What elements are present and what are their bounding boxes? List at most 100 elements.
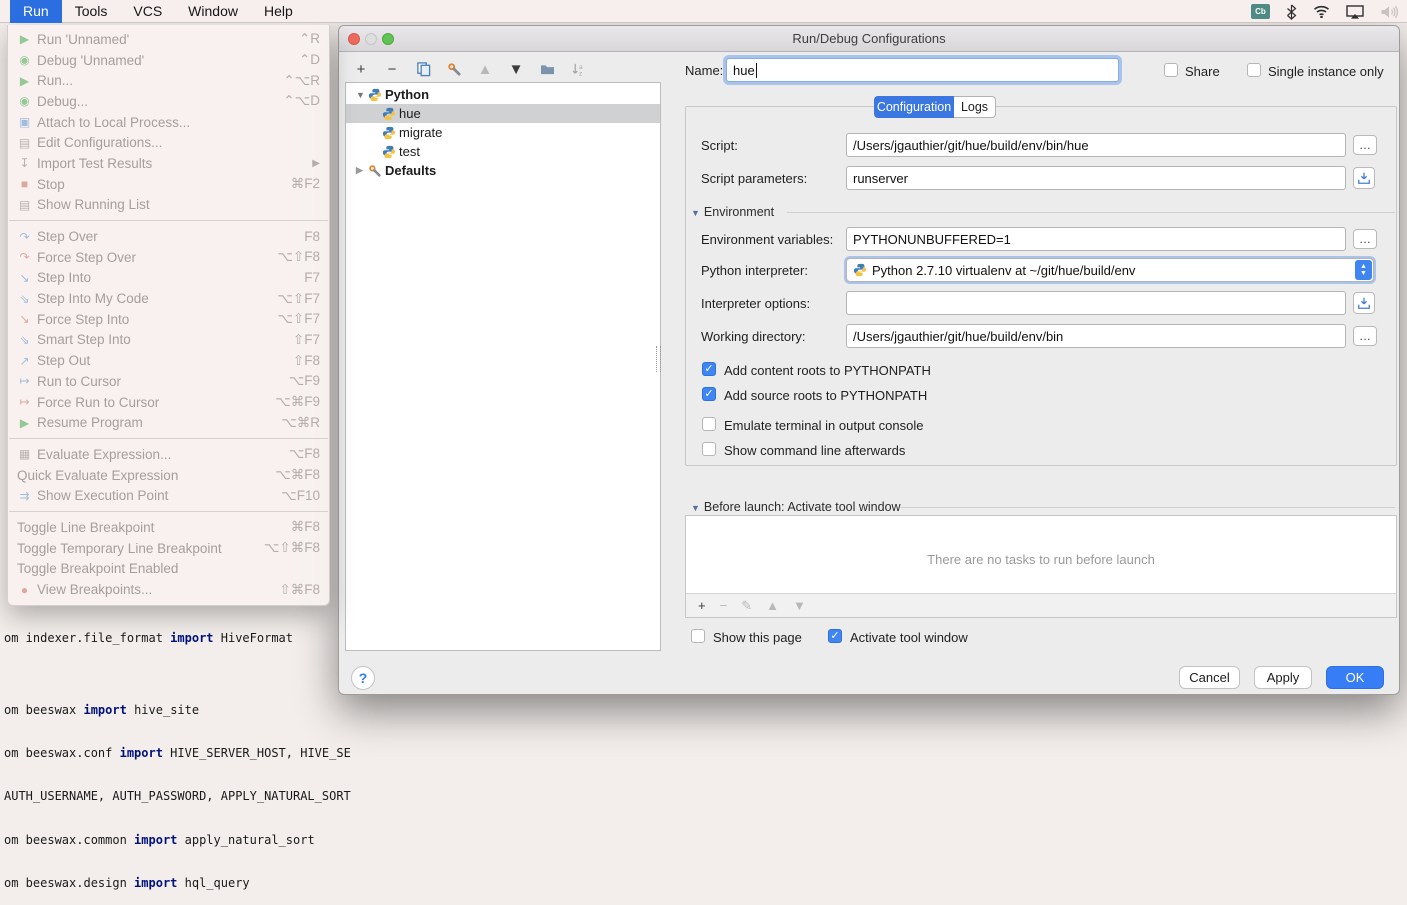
menu-item-view-breakpoints[interactable]: ●View Breakpoints...⇧⌘F8 [8, 579, 329, 600]
add-source-roots-checkbox[interactable]: ✓ [702, 387, 716, 401]
tree-item-test[interactable]: ▶ test [346, 142, 660, 161]
menu-item-step-over[interactable]: ↷Step OverF8 [8, 226, 329, 247]
chevron-right-icon[interactable]: ▶ [356, 165, 368, 176]
dropdown-stepper-icon[interactable]: ▲▼ [1355, 260, 1372, 280]
script-parameters-input[interactable]: runserver [846, 166, 1346, 190]
tab-logs[interactable]: Logs [954, 96, 996, 118]
python-interpreter-label: Python interpreter: [701, 263, 808, 278]
edit-defaults-wrench-icon[interactable] [444, 59, 464, 79]
apply-button[interactable]: Apply [1254, 666, 1312, 689]
menubar-item-window[interactable]: Window [175, 0, 251, 23]
cb-status-icon[interactable]: Cb [1251, 4, 1270, 19]
menu-item-force-step-into[interactable]: ↘Force Step Into⌥⇧F7 [8, 309, 329, 330]
emulate-terminal-checkbox[interactable] [702, 417, 716, 431]
menu-item-show-execution-point[interactable]: ⇉Show Execution Point⌥F10 [8, 485, 329, 506]
show-this-page-checkbox[interactable] [691, 629, 705, 643]
menubar-item-run[interactable]: Run [10, 0, 62, 23]
menu-item-step-into-my-code[interactable]: ⇘Step Into My Code⌥⇧F7 [8, 288, 329, 309]
menu-item-show-running-list[interactable]: ▤Show Running List [8, 195, 329, 216]
menubar-item-help[interactable]: Help [251, 0, 306, 23]
single-instance-label[interactable]: Single instance only [1268, 64, 1384, 79]
tree-item-python[interactable]: ▼ Python [346, 85, 660, 104]
volume-icon[interactable] [1380, 5, 1399, 19]
emulate-terminal-label[interactable]: Emulate terminal in output console [724, 418, 923, 433]
menu-item-quick-evaluate-expression[interactable]: Quick Evaluate Expression⌥⌘F8 [8, 465, 329, 486]
panel-splitter-handle[interactable] [656, 346, 661, 372]
working-directory-browse-button[interactable]: … [1353, 326, 1377, 346]
tree-item-label: Python [385, 87, 429, 102]
menu-item-import-test-results[interactable]: ↧Import Test Results▶ [8, 153, 329, 174]
script-input[interactable]: /Users/jgauthier/git/hue/build/env/bin/h… [846, 133, 1346, 157]
menu-item-run[interactable]: ▶Run...⌃⌥R [8, 70, 329, 91]
menu-item-edit-configurations[interactable]: ▤Edit Configurations... [8, 132, 329, 153]
script-browse-button[interactable]: … [1353, 135, 1377, 155]
move-up-icon: ▲ [475, 59, 495, 79]
menu-item-step-into[interactable]: ↘Step IntoF7 [8, 268, 329, 289]
menu-item-step-out[interactable]: ↗Step Out⇧F8 [8, 350, 329, 371]
menu-item-attach-to-local-process[interactable]: ▣Attach to Local Process... [8, 112, 329, 133]
dialog-titlebar[interactable]: Run/Debug Configurations [339, 26, 1399, 52]
menu-item-smart-step-into[interactable]: ⇘Smart Step Into⇧F7 [8, 330, 329, 351]
activate-tool-window-label[interactable]: Activate tool window [850, 630, 968, 645]
before-launch-tasks-panel: There are no tasks to run before launch … [685, 515, 1397, 618]
cancel-button[interactable]: Cancel [1179, 666, 1240, 689]
share-checkbox[interactable] [1164, 63, 1178, 77]
remove-icon[interactable]: − [382, 59, 402, 79]
python-interpreter-select[interactable]: Python 2.7.10 virtualenv at ~/git/hue/bu… [846, 258, 1374, 282]
before-launch-header[interactable]: ▼Before launch: Activate tool window [691, 500, 901, 514]
name-input[interactable]: hue [726, 58, 1119, 82]
folder-icon[interactable] [537, 59, 557, 79]
add-content-roots-label[interactable]: Add content roots to PYTHONPATH [724, 363, 931, 378]
tab-configuration[interactable]: Configuration [874, 96, 954, 118]
tree-item-hue[interactable]: ▶ hue [346, 104, 660, 123]
working-directory-input[interactable]: /Users/jgauthier/git/hue/build/env/bin [846, 324, 1346, 348]
environment-variables-input[interactable]: PYTHONUNBUFFERED=1 [846, 227, 1346, 251]
menu-item-toggle-temporary-line-breakpoint[interactable]: Toggle Temporary Line Breakpoint⌥⇧⌘F8 [8, 538, 329, 559]
airplay-icon[interactable] [1346, 5, 1364, 19]
menu-item-resume-program[interactable]: ▶Resume Program⌥⌘R [8, 412, 329, 433]
edit-pencil-icon: ✎ [741, 598, 752, 614]
menu-item-toggle-breakpoint-enabled[interactable]: Toggle Breakpoint Enabled [8, 559, 329, 580]
menu-item-evaluate-expression[interactable]: ▦Evaluate Expression...⌥F8 [8, 444, 329, 465]
activate-tool-window-checkbox[interactable]: ✓ [828, 629, 842, 643]
menu-item-toggle-line-breakpoint[interactable]: Toggle Line Breakpoint⌘F8 [8, 517, 329, 538]
show-command-line-checkbox[interactable] [702, 442, 716, 456]
environment-section-header[interactable]: ▼Environment [691, 205, 774, 219]
menu-item-run-unnamed[interactable]: ▶Run 'Unnamed'⌃R [8, 29, 329, 50]
add-icon[interactable]: + [351, 59, 371, 79]
help-button[interactable]: ? [351, 666, 375, 690]
move-down-icon[interactable]: ▼ [506, 59, 526, 79]
menubar-item-vcs[interactable]: VCS [120, 0, 175, 23]
single-instance-checkbox[interactable] [1247, 63, 1261, 77]
menu-item-force-step-over[interactable]: ↷Force Step Over⌥⇧F8 [8, 247, 329, 268]
add-content-roots-checkbox[interactable]: ✓ [702, 362, 716, 376]
menu-item-force-run-to-cursor[interactable]: ↦Force Run to Cursor⌥⌘F9 [8, 392, 329, 413]
force-run-to-cursor-icon: ↦ [15, 395, 34, 409]
copy-icon[interactable] [413, 59, 433, 79]
add-source-roots-label[interactable]: Add source roots to PYTHONPATH [724, 388, 927, 403]
show-this-page-label[interactable]: Show this page [713, 630, 802, 645]
bluetooth-icon[interactable] [1286, 4, 1297, 20]
script-parameters-expand-button[interactable] [1353, 167, 1375, 189]
tree-item-label: migrate [399, 125, 442, 140]
interpreter-options-input[interactable] [846, 291, 1346, 315]
chevron-down-icon[interactable]: ▼ [356, 90, 368, 100]
interpreter-options-expand-button[interactable] [1353, 292, 1375, 314]
menu-separator [9, 511, 328, 512]
share-label[interactable]: Share [1185, 64, 1220, 79]
chevron-down-icon: ▼ [691, 503, 700, 513]
environment-variables-browse-button[interactable]: … [1353, 229, 1377, 249]
menubar-item-tools[interactable]: Tools [62, 0, 121, 23]
menu-item-run-to-cursor[interactable]: ↦Run to Cursor⌥F9 [8, 371, 329, 392]
wifi-icon[interactable] [1313, 5, 1330, 18]
show-command-line-label[interactable]: Show command line afterwards [724, 443, 905, 458]
menu-item-debug[interactable]: ◉Debug...⌃⌥D [8, 91, 329, 112]
code-line: om beeswax.design import hql_query [4, 876, 349, 890]
ok-button[interactable]: OK [1326, 666, 1384, 689]
sort-alphabetically-icon: az [568, 59, 588, 79]
tree-item-migrate[interactable]: ▶ migrate [346, 123, 660, 142]
add-icon[interactable]: + [698, 598, 706, 613]
tree-item-defaults[interactable]: ▶ Defaults [346, 161, 660, 180]
menu-item-stop[interactable]: ■Stop⌘F2 [8, 174, 329, 195]
menu-item-debug-unnamed[interactable]: ◉Debug 'Unnamed'⌃D [8, 50, 329, 71]
